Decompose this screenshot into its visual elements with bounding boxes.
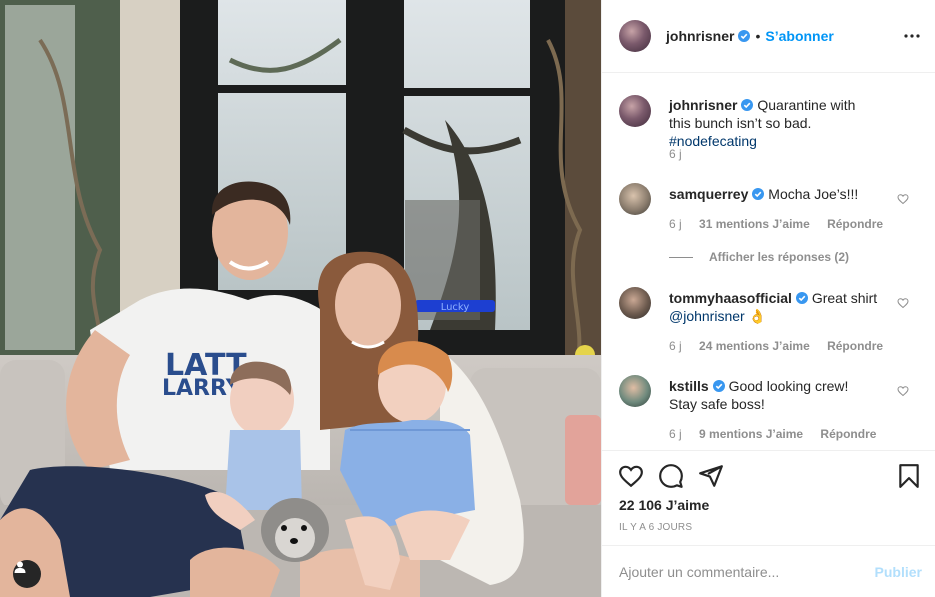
comment-username[interactable]: samquerrey	[669, 186, 748, 202]
verified-badge-icon	[795, 292, 808, 304]
follow-button[interactable]: S’abonner	[765, 28, 833, 44]
comments-list[interactable]: johnrisner Quarantine with this bunch is…	[602, 73, 935, 450]
comment-text: Great shirt	[811, 290, 878, 306]
like-heart-icon[interactable]	[618, 463, 644, 489]
posted-time[interactable]: IL Y A 6 JOURS	[619, 522, 692, 533]
post-header: johnrisner • S’abonner	[602, 0, 935, 73]
comment-input[interactable]	[619, 563, 875, 580]
more-options-icon[interactable]	[904, 30, 920, 42]
separator-dot: •	[755, 28, 761, 44]
comment-body: samquerrey Mocha Joe’s!!!	[669, 185, 879, 203]
comment-text: Mocha Joe’s!!!	[768, 186, 859, 202]
comment-likes[interactable]: 31 mentions J’aime	[699, 217, 810, 231]
comment-time[interactable]: 6 j	[669, 339, 682, 353]
like-comment-heart-icon[interactable]	[897, 193, 909, 205]
comment-username[interactable]: tommyhaasofficial	[669, 290, 792, 306]
reply-button[interactable]: Répondre	[827, 339, 883, 353]
comment-body: kstills Good looking crew! Stay safe bos…	[669, 377, 879, 413]
caption-body: johnrisner Quarantine with this bunch is…	[669, 96, 879, 150]
likes-count[interactable]: 22 106 J’aime	[619, 497, 709, 513]
caption: johnrisner Quarantine with this bunch is…	[619, 95, 919, 165]
comment-meta: 6 j 31 mentions J’aime Répondre	[669, 217, 897, 231]
view-replies-button[interactable]: Afficher les réponses (2)	[669, 250, 849, 264]
verified-badge-icon	[752, 188, 765, 200]
comment-username[interactable]: kstills	[669, 378, 709, 394]
reply-button[interactable]: Répondre	[827, 217, 883, 231]
reply-button[interactable]: Répondre	[820, 427, 876, 441]
ok-hand-emoji: 👌	[748, 308, 767, 324]
person-icon	[14, 561, 26, 573]
caption-meta: 6 j	[669, 147, 696, 161]
avatar[interactable]	[619, 287, 651, 319]
comment-item: tommyhaasofficial Great shirt @johnrisne…	[619, 287, 919, 357]
publish-button[interactable]: Publier	[875, 564, 922, 580]
comment-bubble-icon[interactable]	[658, 463, 684, 489]
add-comment-bar: Publier	[602, 545, 935, 597]
caption-time[interactable]: 6 j	[669, 147, 682, 161]
view-replies-label: Afficher les réponses (2)	[709, 250, 850, 264]
save-bookmark-icon[interactable]	[896, 463, 922, 489]
comment-item: kstills Good looking crew! Stay safe bos…	[619, 375, 919, 445]
verified-badge-icon	[738, 30, 751, 42]
comment-likes[interactable]: 24 mentions J’aime	[699, 339, 810, 353]
comment-time[interactable]: 6 j	[669, 427, 682, 441]
avatar[interactable]	[619, 20, 651, 52]
comment-time[interactable]: 6 j	[669, 217, 682, 231]
post-actions: 22 106 J’aime IL Y A 6 JOURS	[602, 450, 935, 545]
comment-likes[interactable]: 9 mentions J’aime	[699, 427, 803, 441]
photo-illustration: Lucky LATT LARRY	[0, 0, 601, 597]
caption-username[interactable]: johnrisner	[669, 97, 737, 113]
comment-item: samquerrey Mocha Joe’s!!! 6 j 31 mention…	[619, 183, 919, 243]
post-details-panel: johnrisner • S’abonner johnrisner Quaran…	[601, 0, 935, 597]
avatar[interactable]	[619, 183, 651, 215]
post-photo[interactable]: Lucky LATT LARRY	[0, 0, 601, 597]
like-comment-heart-icon[interactable]	[897, 297, 909, 309]
author-username[interactable]: johnrisner	[666, 28, 734, 44]
avatar[interactable]	[619, 95, 651, 127]
neon-sign-text: Lucky	[441, 302, 470, 313]
comment-meta: 6 j 9 mentions J’aime Répondre	[669, 427, 890, 441]
verified-badge-icon	[741, 99, 754, 111]
tagged-users-button[interactable]	[13, 560, 41, 588]
mention-link[interactable]: @johnrisner	[669, 308, 745, 324]
comment-body: tommyhaasofficial Great shirt @johnrisne…	[669, 289, 899, 325]
share-send-icon[interactable]	[698, 463, 724, 489]
verified-badge-icon	[712, 380, 725, 392]
comment-meta: 6 j 24 mentions J’aime Répondre	[669, 339, 897, 353]
like-comment-heart-icon[interactable]	[897, 385, 909, 397]
avatar[interactable]	[619, 375, 651, 407]
post-modal: Lucky LATT LARRY johnrisner • S’abonner …	[0, 0, 935, 597]
replies-divider	[669, 256, 693, 258]
